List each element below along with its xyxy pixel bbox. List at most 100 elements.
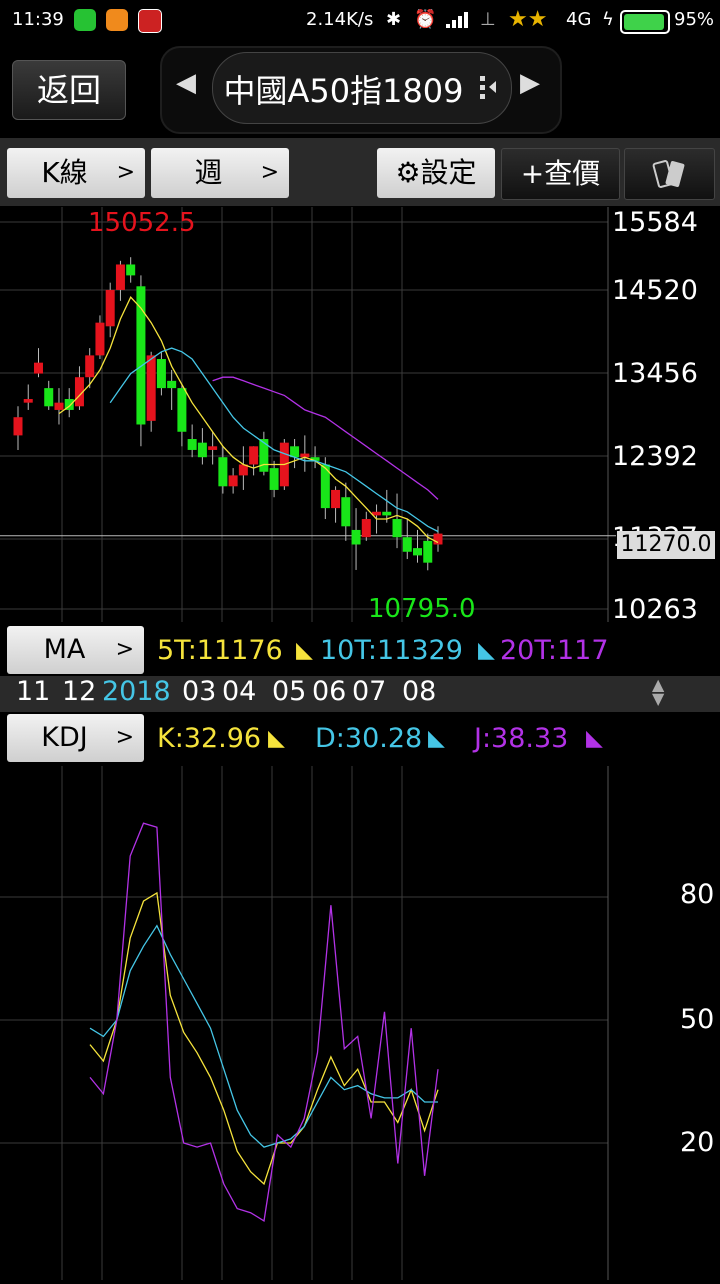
next-arrow-icon[interactable]: ▶	[520, 68, 540, 98]
y-tick-label: 10263	[612, 594, 698, 625]
candle-body	[413, 548, 423, 556]
network-type: 4G	[566, 9, 592, 30]
candle-body	[341, 497, 351, 527]
ma20-clip: 20T:117	[500, 622, 612, 680]
rotate-icon	[652, 160, 684, 188]
candle-body	[228, 475, 238, 487]
settings-label: 設定	[420, 156, 477, 189]
chart-toolbar: K線 > 週 > ⚙設定 +查價	[0, 138, 720, 206]
date-axis: 11 12 2018 03 04 05 06 07 08 ▲ ▼	[0, 676, 720, 712]
page-title[interactable]: 中國A50指1809	[216, 66, 471, 112]
charging-icon: ϟ	[602, 9, 614, 30]
candle-body	[382, 511, 392, 516]
line-app-icon	[74, 9, 96, 31]
kdj-chart[interactable]	[0, 766, 720, 1280]
candle-body	[259, 439, 269, 472]
quote-button[interactable]: +查價	[501, 148, 620, 200]
date-label: 05	[272, 676, 307, 707]
date-label: 06	[312, 676, 347, 707]
kdj-chart-svg	[0, 766, 609, 1280]
swap-icon[interactable]	[478, 74, 498, 102]
ma20-value: 20T:117	[500, 635, 609, 666]
caret-icon: ◣	[586, 726, 603, 751]
candle-body	[44, 388, 54, 407]
candle-body	[33, 362, 43, 374]
ma10-value: 10T:11329	[320, 635, 463, 666]
caret-icon: ◣	[296, 638, 313, 663]
kline-chart-svg	[0, 207, 616, 622]
kdj-button[interactable]: KDJ >	[7, 714, 144, 762]
candle-body	[126, 264, 136, 276]
candle-body	[156, 359, 166, 389]
candle-body	[95, 322, 105, 356]
kdj-line-J	[89, 822, 439, 1222]
kdj-y-tick: 50	[680, 1004, 715, 1035]
period-button[interactable]: 週 >	[151, 148, 289, 198]
no-signal-icon: ⊥	[480, 9, 496, 30]
candle-body	[105, 289, 115, 327]
y-tick-label: 14520	[612, 275, 698, 306]
k-value: K:32.96	[157, 723, 262, 754]
j-value: J:38.33	[474, 723, 569, 754]
current-price-tag: 11270.0	[617, 531, 715, 559]
date-label: 04	[222, 676, 257, 707]
chevron-right-icon: >	[115, 725, 134, 750]
candle-body	[423, 540, 433, 563]
candle-body	[197, 442, 207, 458]
back-button[interactable]: 返回	[12, 60, 126, 120]
candle-body	[54, 402, 64, 410]
chevron-right-icon: >	[115, 637, 134, 662]
date-label: 03	[182, 676, 217, 707]
date-label: 11	[16, 676, 51, 707]
candle-body	[402, 537, 412, 552]
kdj-y-tick: 80	[680, 879, 715, 910]
candle-body	[146, 355, 156, 421]
candle-body	[85, 355, 95, 378]
candle-body	[23, 399, 33, 403]
d-value: D:30.28	[315, 723, 423, 754]
period-label: 週	[194, 156, 223, 189]
shopping-app-icon	[106, 9, 128, 31]
candle-body	[187, 439, 197, 450]
signal-icon	[446, 12, 470, 28]
candle-body	[13, 417, 23, 436]
date-label: 08	[402, 676, 437, 707]
ma-button[interactable]: MA >	[7, 626, 144, 674]
candle-body	[433, 533, 443, 545]
y-tick-label: 15584	[612, 207, 698, 238]
candle-body	[208, 446, 218, 450]
battery-icon	[620, 10, 670, 34]
rotate-screen-button[interactable]	[624, 148, 715, 200]
ma-line-5T	[58, 296, 439, 544]
kline-type-button[interactable]: K線 >	[7, 148, 145, 198]
candle-body	[167, 380, 177, 389]
gear-icon: ⚙	[395, 156, 421, 189]
candle-body	[331, 489, 341, 509]
nav-bar: 返回 ◀ 中國A50指1809 ▶	[0, 40, 720, 136]
status-time: 11:39	[12, 9, 64, 30]
ma5-value: 5T:11176	[157, 635, 283, 666]
kdj-bar: KDJ > K:32.96 ◣ D:30.28 ◣ J:38.33 ◣	[0, 710, 612, 768]
battery-percent: 95%	[674, 9, 715, 30]
candle-body	[351, 529, 361, 545]
caret-icon: ◣	[268, 726, 285, 751]
kdj-y-tick: 20	[680, 1127, 715, 1158]
y-tick-label: 12392	[612, 441, 698, 472]
prev-arrow-icon[interactable]: ◀	[176, 68, 196, 98]
kline-chart[interactable]	[0, 207, 720, 622]
candle-body	[361, 519, 371, 538]
star-icon: ★★	[508, 7, 548, 32]
caret-icon: ◣	[478, 638, 495, 663]
kdj-button-label: KDJ	[41, 722, 88, 753]
alarm-icon: ⏰	[414, 9, 437, 30]
candle-body	[392, 519, 402, 538]
status-bar: 11:39 2.14K/s ✱ ⏰ ⊥ ★★ 4G ϟ 95%	[0, 0, 720, 40]
resize-handle-icon[interactable]: ▲ ▼	[652, 677, 664, 707]
low-price-label: 10795.0	[368, 594, 476, 624]
candle-body	[136, 286, 146, 425]
date-label: 07	[352, 676, 387, 707]
high-price-label: 15052.5	[88, 208, 196, 238]
ma-bar: MA > 5T:11176 ◣ 10T:11329 ◣ 20T:117	[0, 622, 612, 680]
y-tick-label: 13456	[612, 358, 698, 389]
settings-button[interactable]: ⚙設定	[377, 148, 495, 198]
